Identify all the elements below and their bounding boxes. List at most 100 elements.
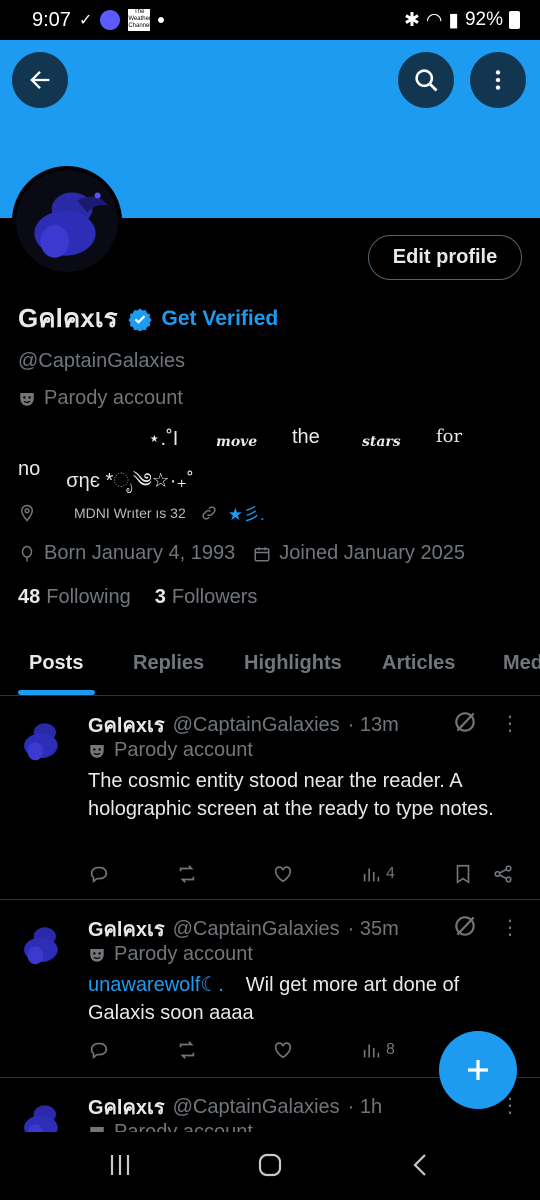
views-count: 8 — [386, 1041, 395, 1058]
profile-dates-row: Born January 4, 1993 Joined January 2025 — [18, 542, 465, 565]
recent-apps-icon[interactable] — [108, 1152, 132, 1178]
search-icon — [415, 69, 438, 92]
post-author-name[interactable]: Gคlคxเร — [88, 709, 165, 741]
reply-button[interactable] — [88, 863, 110, 885]
post-author-handle[interactable]: @CaptainGalaxies — [173, 714, 340, 737]
share-button[interactable] — [492, 863, 514, 885]
weather-app-icon: The Weather Channel — [128, 9, 151, 31]
home-icon[interactable] — [256, 1152, 284, 1178]
compose-post-button[interactable] — [439, 1031, 517, 1109]
search-button[interactable] — [398, 52, 454, 108]
more-vertical-icon — [495, 70, 501, 90]
bio-part: stars — [362, 434, 401, 450]
battery-icon — [509, 11, 520, 29]
share-icon — [494, 865, 512, 883]
check-notification-icon: ✓ — [78, 12, 93, 29]
repost-icon — [179, 1041, 195, 1059]
post-more-icon[interactable]: ⋮ — [500, 711, 520, 736]
post-actions: 4 — [88, 863, 528, 893]
app-notification-icon — [100, 10, 121, 30]
reply-button[interactable] — [88, 1039, 110, 1061]
name-row: Gคlคxเร Get Verified — [18, 298, 278, 339]
post-more-icon[interactable]: ⋮ — [500, 915, 520, 940]
profile-avatar[interactable] — [12, 166, 122, 276]
post-avatar[interactable] — [14, 1093, 70, 1132]
post-header: Gคlคxเร @CaptainGalaxies · 13m — [88, 709, 399, 741]
back-nav-icon[interactable] — [410, 1152, 430, 1178]
tab-articles[interactable]: Articles — [382, 652, 455, 675]
arrow-left-icon — [30, 71, 50, 89]
bio-part: for — [436, 426, 463, 447]
battery-percent: 92% — [464, 9, 503, 30]
post-parody-label: Parody account — [88, 739, 253, 762]
followers-link[interactable]: 3 Followers — [155, 586, 258, 609]
post-author-name[interactable]: Gคlคxเร — [88, 1091, 165, 1123]
grok-icon[interactable] — [452, 913, 478, 939]
profile-tabs: Posts Replies Highlights Articles Media — [0, 632, 540, 696]
repost-button[interactable] — [176, 1039, 198, 1061]
following-link[interactable]: 48 Following — [18, 586, 131, 609]
post-avatar[interactable] — [14, 915, 70, 971]
followers-label: Followers — [171, 586, 258, 608]
tab-media[interactable]: Media — [503, 652, 540, 675]
post[interactable]: Gคlคxเร @CaptainGalaxies · 13m ⋮ Parody … — [0, 697, 540, 900]
post-author-handle[interactable]: @CaptainGalaxies — [173, 1096, 340, 1119]
tab-replies[interactable]: Replies — [133, 652, 204, 675]
calendar-icon — [254, 546, 270, 561]
wifi-icon: ◠ — [425, 9, 443, 31]
post-timestamp: · 13m — [347, 713, 399, 736]
repost-icon — [179, 865, 195, 883]
profile-website-link[interactable]: ★彡. — [228, 500, 265, 525]
views-count: 4 — [386, 865, 395, 882]
heart-icon — [274, 866, 292, 883]
parody-label: Parody account — [18, 387, 183, 410]
edit-profile-button[interactable]: Edit profile — [368, 235, 522, 280]
post-avatar[interactable] — [14, 711, 70, 767]
avatar-image — [14, 915, 70, 971]
balloon-icon — [21, 545, 33, 561]
post-timestamp: · 1h — [347, 1095, 383, 1118]
views-button[interactable]: 4 — [360, 863, 395, 885]
verified-badge-icon[interactable] — [127, 307, 152, 331]
display-name: Gคlคxเร — [18, 303, 118, 333]
parody-text: Parody account — [114, 739, 253, 761]
theater-mask-icon — [90, 948, 104, 962]
tab-highlights[interactable]: Highlights — [244, 652, 342, 675]
post-header: Gคlคxเร @CaptainGalaxies · 35m — [88, 913, 399, 945]
post-author-name[interactable]: Gคlคxเร — [88, 913, 165, 945]
active-tab-indicator — [18, 690, 95, 695]
reply-icon — [90, 866, 108, 883]
status-bar: 9:07 ✓ The Weather Channel ✱ ◠ ▮ 92% — [0, 0, 540, 40]
post-header: Gคlคxเร @CaptainGalaxies · 1h — [88, 1091, 382, 1123]
follow-stats: 48 Following 3 Followers — [18, 586, 257, 609]
avatar-image — [16, 170, 118, 272]
views-button[interactable]: 8 — [360, 1039, 395, 1061]
bio-part: move — [216, 434, 258, 450]
status-time: 9:07 — [32, 8, 71, 31]
analytics-icon — [363, 868, 380, 882]
back-button[interactable] — [12, 52, 68, 108]
bookmark-button[interactable] — [452, 863, 474, 885]
bio-part: ⋆.˚I — [148, 428, 179, 450]
theater-mask-icon — [20, 392, 34, 406]
profile-location-row: MDNI Wrıter ıs 32 ★彡. — [18, 500, 265, 525]
grok-icon[interactable] — [452, 709, 478, 735]
more-options-button[interactable] — [470, 52, 526, 108]
avatar-image — [14, 711, 70, 767]
post-author-handle[interactable]: @CaptainGalaxies — [173, 918, 340, 941]
like-button[interactable] — [272, 1039, 294, 1061]
more-notifications-dot — [158, 17, 165, 23]
get-verified-link[interactable]: Get Verified — [162, 307, 279, 331]
theater-mask-icon — [90, 1126, 104, 1132]
bookmark-icon — [456, 864, 470, 884]
repost-button[interactable] — [176, 863, 198, 885]
like-button[interactable] — [272, 863, 294, 885]
signal-icon: ▮ — [448, 9, 459, 31]
post-mention-link[interactable]: unawarewolf☾. — [88, 974, 224, 996]
tab-posts[interactable]: Posts — [29, 652, 83, 675]
location-pin-icon — [20, 504, 34, 522]
join-date: Joined January 2025 — [279, 542, 465, 564]
post-text: The cosmic entity stood near the reader.… — [88, 770, 494, 820]
post-timestamp: · 35m — [347, 917, 399, 940]
link-icon — [202, 505, 216, 520]
